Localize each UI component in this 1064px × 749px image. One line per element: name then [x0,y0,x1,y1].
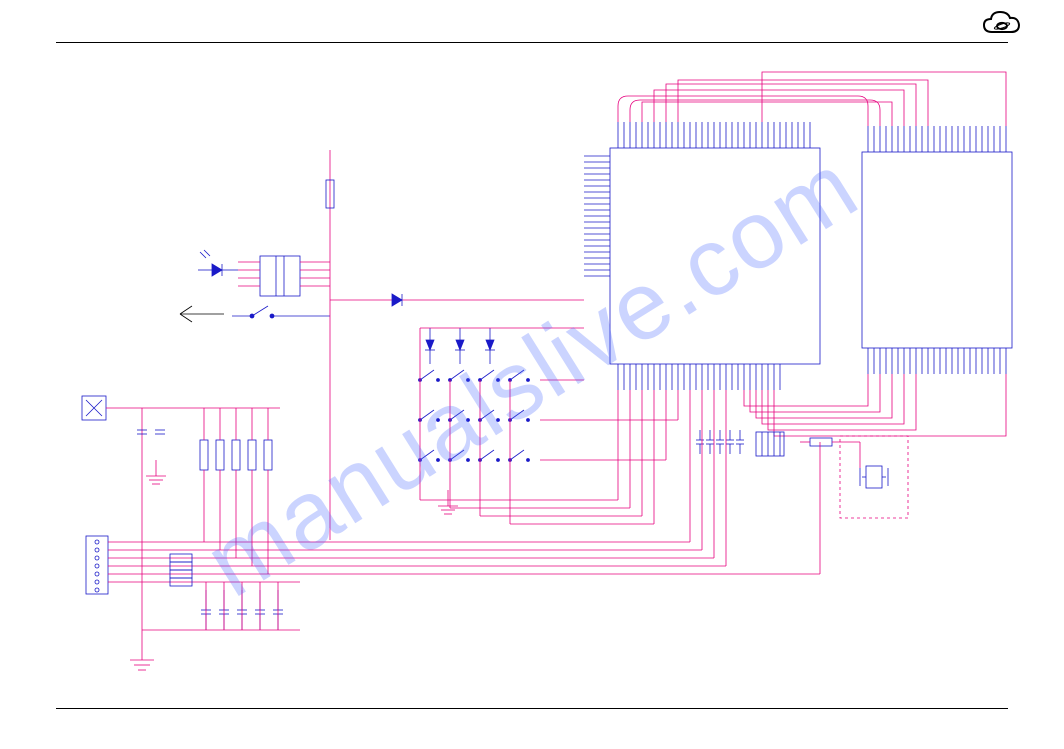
ic-u2-pins-top [868,126,1006,152]
switch-matrix [419,370,530,462]
page: manualslive.com [0,0,1064,749]
ic-u1-pins [584,122,810,390]
switch-main [232,306,330,318]
input-arrow-icon [180,306,224,322]
connector-bus [108,542,300,582]
connector-j1 [86,536,108,594]
bus-u1-u2-top [618,72,1006,126]
bus-u1-u2-bottom [744,374,1006,436]
long-bus-bottom [300,390,820,574]
ic-u2 [862,152,1012,348]
cap-pair [137,430,165,434]
diode-inline [392,294,402,306]
resistor-row-nets [142,408,280,574]
resistor-inline-bus [170,554,192,586]
ground-icon [130,630,154,670]
cap-row-u1 [696,430,744,454]
ground-mid-icon [146,460,166,484]
ic-u1 [610,148,820,364]
ic-u2-pins-bottom [868,348,1006,374]
resistor-row-mid [200,440,272,470]
crystal-block [800,436,908,518]
circuit-schematic [0,0,1064,749]
diode-column [425,328,495,364]
ground-matrix-icon [438,490,458,514]
diode-left [198,250,238,276]
block-upper-left [82,396,142,630]
matrix-bus [420,328,678,524]
transformer [238,256,330,296]
resistor-pack [756,432,784,456]
